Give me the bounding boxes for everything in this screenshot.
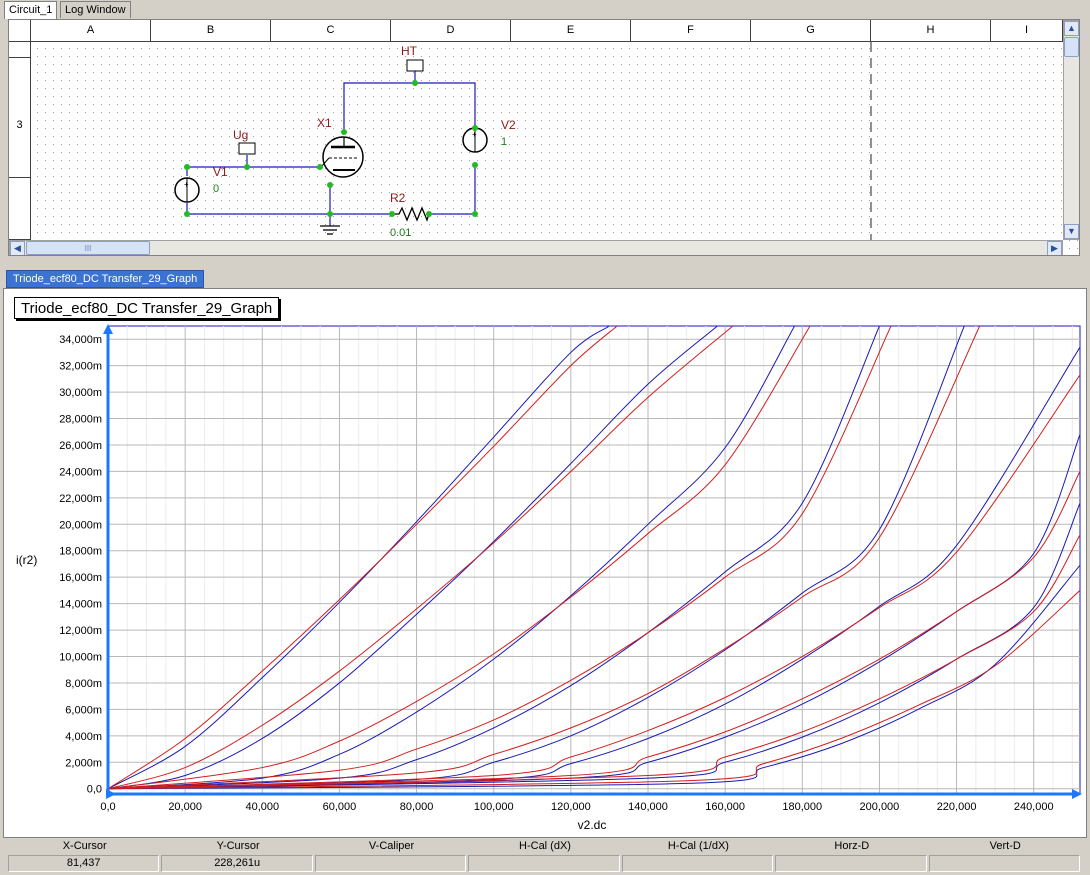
status-header: Horz-D [834, 840, 870, 852]
x-tick-label: 240,000 [1014, 801, 1054, 813]
schematic-pane[interactable]: + + A B C D E F G H I 3 HT Ug X1 V1 0 V2… [8, 19, 1080, 256]
x-axis-label: v2.dc [578, 818, 607, 832]
scroll-up-icon[interactable]: ▲ [1064, 21, 1079, 36]
x-tick-label: 0,0 [100, 801, 115, 813]
schematic-canvas[interactable]: + + [9, 20, 1080, 256]
v2-label: V2 [501, 118, 516, 132]
status-value: 228,261u [161, 855, 313, 872]
status-value [775, 855, 927, 872]
x-tick-label: 100,000 [474, 801, 514, 813]
corner-header [9, 20, 31, 42]
svg-text:+: + [472, 130, 477, 139]
y-tick-label: 20,000m [59, 519, 102, 531]
y-tick-label: 30,000m [59, 387, 102, 399]
column-header: H [871, 20, 991, 42]
scroll-right-icon[interactable]: ▶ [1047, 241, 1062, 255]
row-header [9, 42, 31, 58]
y-tick-label: 0,0 [87, 784, 102, 796]
ht-label: HT [401, 44, 417, 58]
scroll-down-icon[interactable]: ▼ [1064, 224, 1079, 239]
vertical-scrollbar[interactable]: ▲ ▼ [1063, 20, 1079, 240]
status-header: Vert-D [989, 840, 1021, 852]
ug-label: Ug [233, 128, 249, 142]
y-tick-label: 24,000m [59, 466, 102, 478]
y-tick-label: 32,000m [59, 361, 102, 373]
status-value [314, 855, 467, 872]
column-header: E [511, 20, 631, 42]
y-tick-label: 12,000m [59, 625, 102, 637]
x-tick-label: 20,000 [168, 801, 202, 813]
x-tick-label: 60,000 [323, 801, 357, 813]
y-tick-label: 2,000m [65, 757, 102, 769]
y-tick-label: 34,000m [59, 334, 102, 346]
column-header: D [391, 20, 511, 42]
x-tick-label: 140,000 [628, 801, 668, 813]
status-value [468, 855, 620, 872]
column-header: G [751, 20, 871, 42]
tab-graph[interactable]: Triode_ecf80_DC Transfer_29_Graph [6, 270, 205, 288]
y-tick-label: 26,000m [59, 440, 102, 452]
v2-source-icon[interactable]: + [462, 127, 488, 153]
y-tick-label: 10,000m [59, 652, 102, 664]
v2-value: 1 [501, 136, 508, 148]
row-header: 3 [9, 58, 31, 178]
x-tick-label: 80,000 [400, 801, 434, 813]
status-header: H-Cal (1/dX) [667, 840, 729, 852]
x-tick-label: 200,000 [860, 801, 900, 813]
y-tick-label: 18,000m [59, 546, 102, 558]
column-header: C [271, 20, 391, 42]
y-axis-label: i(r2) [16, 553, 37, 567]
column-header: A [31, 20, 151, 42]
y-tick-label: 22,000m [59, 493, 102, 505]
v1-source-icon[interactable]: + [174, 177, 200, 203]
status-header: V-Caliper [368, 840, 415, 852]
x-tick-label: 220,000 [937, 801, 977, 813]
x-tick-label: 40,000 [245, 801, 279, 813]
plot-area [107, 325, 1081, 795]
r2-value: 0.01 [390, 227, 412, 239]
r2-label: R2 [390, 191, 406, 205]
x-tick-label: 160,000 [705, 801, 745, 813]
x-tick-label: 120,000 [551, 801, 591, 813]
column-header: B [151, 20, 271, 42]
y-tick-label: 6,000m [65, 704, 102, 716]
status-value [928, 855, 1080, 872]
x1-label: X1 [317, 116, 332, 130]
svg-text:+: + [184, 180, 189, 189]
column-header: I [991, 20, 1063, 42]
status-header: H-Cal (dX) [519, 840, 571, 852]
status-header: Y-Cursor [216, 840, 260, 852]
status-value: 81,437 [8, 855, 160, 872]
v1-label: V1 [213, 165, 228, 179]
horizontal-scrollbar[interactable]: ◀ III ▶ [9, 240, 1063, 255]
scroll-left-icon[interactable]: ◀ [10, 241, 25, 255]
ug-terminal[interactable] [238, 142, 256, 155]
status-header: X-Cursor [62, 840, 107, 852]
ht-terminal[interactable] [406, 59, 424, 72]
row-header [9, 178, 31, 240]
y-tick-label: 8,000m [65, 678, 102, 690]
x-tick-label: 180,000 [782, 801, 822, 813]
status-value [621, 855, 774, 872]
tab-log-window[interactable]: Log Window [60, 1, 131, 18]
y-tick-label: 16,000m [59, 572, 102, 584]
y-tick-label: 14,000m [59, 599, 102, 611]
graph-pane[interactable]: Triode_ecf80_DC Transfer_29_Graph 0,0 20,… [3, 288, 1087, 838]
y-tick-label: 28,000m [59, 414, 102, 426]
chart-canvas[interactable]: 0,0 20,000 40,000 60,000 80,000 100,000 120,00… [4, 289, 1088, 839]
y-tick-label: 4,000m [65, 731, 102, 743]
vertical-scroll-thumb[interactable] [1064, 37, 1079, 57]
column-header: F [631, 20, 751, 42]
tab-circuit-1[interactable]: Circuit_1 [4, 1, 58, 19]
v1-value: 0 [213, 183, 220, 195]
horizontal-scroll-thumb[interactable]: III [26, 241, 150, 255]
